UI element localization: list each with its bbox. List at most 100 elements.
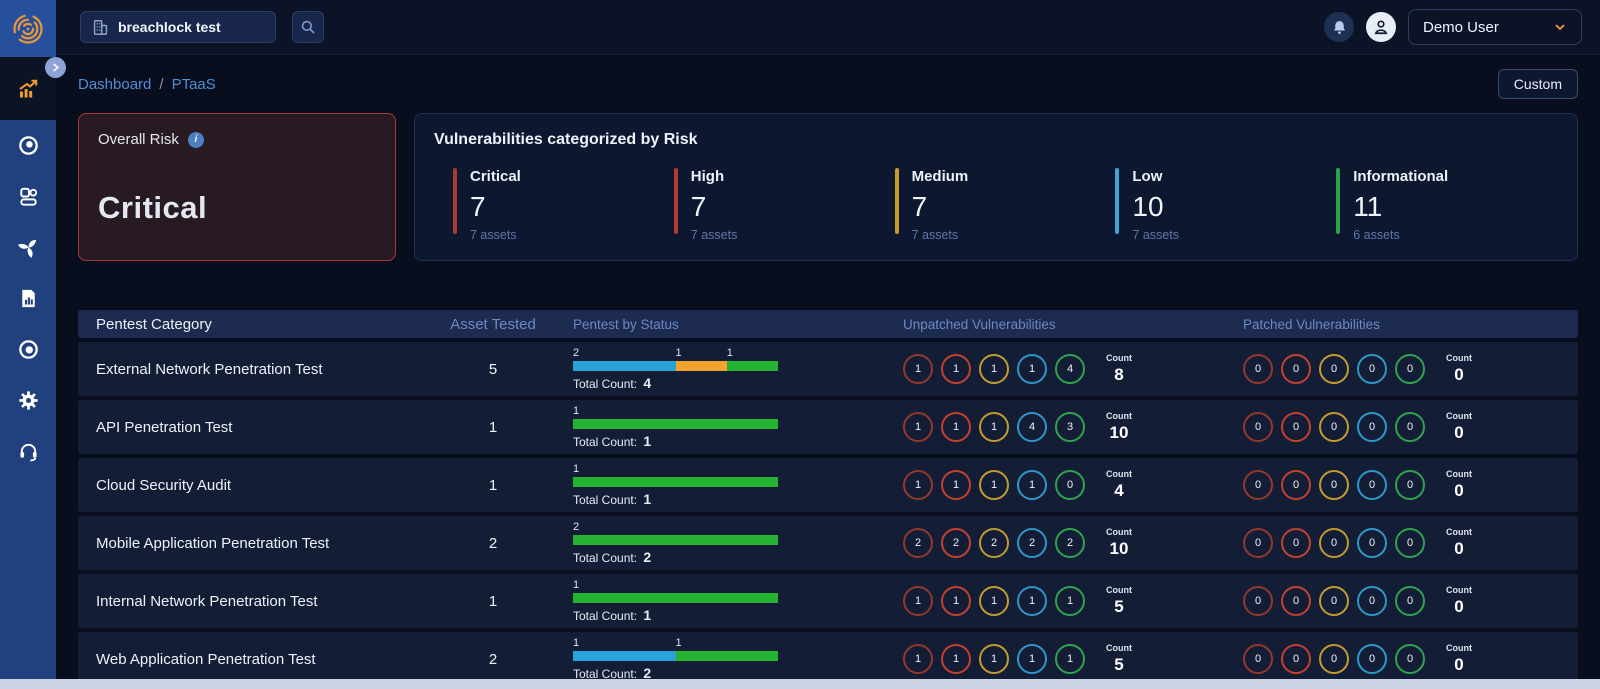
severity-ring: 0 — [1281, 586, 1311, 616]
risk-label: Critical — [470, 168, 521, 185]
asset-tested-cell: 2 — [488, 650, 498, 668]
bell-icon — [1331, 19, 1348, 36]
custom-button[interactable]: Custom — [1497, 69, 1578, 99]
count-value: 0 — [1454, 655, 1464, 674]
status-bar-labels: 1 — [573, 405, 778, 418]
severity-ring: 1 — [941, 644, 971, 674]
count-block: Count 0 — [1446, 411, 1472, 444]
column-patched-vulnerabilities: Patched Vulnerabilities — [1243, 316, 1380, 332]
sidebar-item-support[interactable] — [0, 426, 56, 477]
count-label: Count — [1106, 352, 1132, 363]
sidebar-item-settings[interactable] — [0, 375, 56, 426]
status-segment — [573, 361, 676, 371]
column-pentest-category: Pentest Category — [96, 315, 212, 333]
risk-count: 10 — [1132, 191, 1164, 222]
pentest-status-cell: 1 Total Count: 1 — [543, 405, 873, 449]
status-segment — [573, 535, 778, 545]
severity-ring: 1 — [903, 586, 933, 616]
summary-cards-row: Overall Risk i Critical Vulnerabilities … — [78, 113, 1578, 261]
vulnerabilities-card-title: Vulnerabilities categorized by Risk — [434, 131, 698, 148]
overall-risk-value: Critical — [98, 190, 208, 225]
severity-ring: 0 — [1281, 412, 1311, 442]
count-label: Count — [1446, 468, 1472, 479]
total-count-label: Total Count: — [573, 609, 641, 623]
sidebar-item-scans[interactable] — [0, 222, 56, 273]
severity-ring: 0 — [1395, 470, 1425, 500]
severity-ring: 0 — [1243, 528, 1273, 558]
severity-ring: 2 — [903, 528, 933, 558]
severity-ring: 0 — [1357, 528, 1387, 558]
status-bar-labels: 1 — [573, 579, 778, 592]
status-segment — [573, 651, 676, 661]
scan-spiral-icon — [17, 236, 40, 259]
count-label: Count — [1106, 642, 1132, 653]
severity-ring: 2 — [979, 528, 1009, 558]
status-segment-label: 1 — [675, 347, 682, 359]
asset-tested-cell: 2 — [488, 534, 498, 552]
search-button[interactable] — [292, 11, 324, 43]
pentest-category-cell: Cloud Security Audit — [96, 476, 232, 494]
table-row[interactable]: Web Application Penetration Test 2 11 To… — [78, 632, 1578, 686]
status-segment — [675, 361, 727, 371]
total-count-label: Total Count: — [573, 435, 641, 449]
count-value: 0 — [1454, 597, 1464, 616]
user-avatar[interactable] — [1366, 12, 1396, 42]
search-icon — [299, 18, 317, 36]
table-row[interactable]: External Network Penetration Test 5 2 1 1 … — [78, 342, 1578, 396]
status-segment — [573, 477, 778, 487]
global-search-box[interactable] — [80, 11, 276, 43]
table-row[interactable]: Internal Network Penetration Test 1 1 To… — [78, 574, 1578, 628]
severity-ring: 1 — [1055, 586, 1085, 616]
severity-ring: 0 — [1281, 528, 1311, 558]
trending-chart-icon — [16, 77, 40, 101]
severity-ring: 1 — [1017, 354, 1047, 384]
user-menu-dropdown[interactable]: Demo User — [1408, 9, 1582, 45]
severity-ring: 0 — [1357, 644, 1387, 674]
breadcrumb-ptaas-link[interactable]: PTaaS — [172, 76, 216, 93]
horizontal-scrollbar[interactable] — [0, 679, 1600, 689]
pentest-category-cell: API Penetration Test — [96, 418, 233, 436]
severity-ring: 0 — [1319, 354, 1349, 384]
asset-tested-cell: 5 — [488, 360, 498, 378]
severity-ring: 1 — [903, 412, 933, 442]
severity-ring: 3 — [1055, 412, 1085, 442]
sidebar-item-assets[interactable] — [0, 171, 56, 222]
patched-vulnerabilities-cell: 0 0 0 0 0 Count 0 — [1223, 353, 1578, 386]
risk-label: Medium — [911, 168, 969, 185]
count-value: 5 — [1114, 597, 1124, 616]
patched-vulnerabilities-cell: 0 0 0 0 0 Count 0 — [1223, 585, 1578, 618]
severity-ring: 1 — [1055, 644, 1085, 674]
search-input[interactable] — [118, 19, 258, 35]
severity-ring: 0 — [1357, 412, 1387, 442]
table-row[interactable]: Mobile Application Penetration Test 2 2 … — [78, 516, 1578, 570]
count-label: Count — [1446, 352, 1472, 363]
sidebar-item-reports[interactable] — [0, 273, 56, 324]
risk-summary-item: High 7 7 assets — [673, 168, 895, 242]
notifications-button[interactable] — [1324, 12, 1354, 42]
total-count-value: 1 — [643, 491, 652, 507]
count-block: Count 8 — [1106, 353, 1132, 386]
sidebar-item-monitoring[interactable] — [0, 120, 56, 171]
risk-count: 7 — [690, 191, 707, 222]
table-row[interactable]: Cloud Security Audit 1 1 Total Count: 1 … — [78, 458, 1578, 512]
person-icon — [1371, 17, 1391, 37]
brand-logo[interactable] — [0, 0, 56, 57]
severity-ring: 0 — [1319, 412, 1349, 442]
breadcrumb-separator: / — [159, 75, 164, 93]
risk-label: High — [690, 168, 725, 185]
sidebar-item-findings[interactable] — [0, 324, 56, 375]
breadcrumb-dashboard-link[interactable]: Dashboard — [78, 76, 151, 93]
total-count-label: Total Count: — [573, 493, 641, 507]
severity-ring: 1 — [1017, 586, 1047, 616]
sidebar-expand-button[interactable] — [45, 57, 66, 78]
severity-ring: 1 — [1017, 470, 1047, 500]
info-icon[interactable]: i — [187, 131, 204, 148]
patched-vulnerabilities-cell: 0 0 0 0 0 Count 0 — [1223, 469, 1578, 502]
status-stacked-bar — [573, 535, 778, 545]
severity-ring: 1 — [903, 470, 933, 500]
severity-ring: 1 — [1017, 644, 1047, 674]
table-row[interactable]: API Penetration Test 1 1 Total Count: 1 … — [78, 400, 1578, 454]
count-block: Count 0 — [1446, 353, 1472, 386]
risk-summary-item: Informational 11 6 assets — [1336, 168, 1557, 242]
severity-ring: 0 — [1395, 644, 1425, 674]
